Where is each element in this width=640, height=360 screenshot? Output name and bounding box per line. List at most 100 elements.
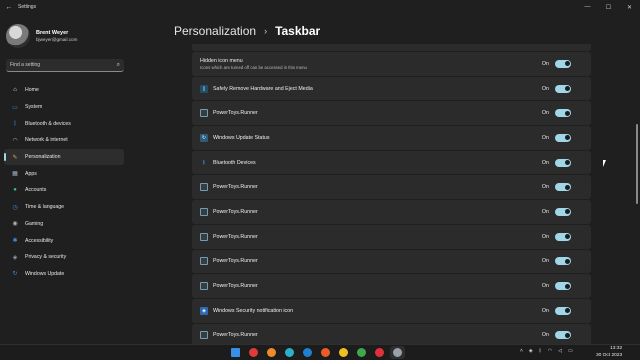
tray-icon-label: PowerToys.Runner (213, 258, 258, 265)
tray-icon-row[interactable]: PowerToys.Runner On (192, 274, 591, 298)
sidebar-item[interactable]: ▦ Apps (4, 165, 124, 182)
sidebar-item[interactable]: ⌂ Home (4, 82, 124, 99)
toggle-switch[interactable] (555, 84, 571, 93)
tray-icon-row[interactable]: PowerToys.Runner On (192, 101, 591, 126)
edge-icon[interactable] (282, 346, 297, 359)
wifi-icon[interactable]: ◠ (548, 348, 552, 354)
tray-icon-row[interactable]: ᛒ Bluetooth Devices On (192, 150, 591, 175)
monitor-icon: ▭ (12, 104, 18, 111)
avatar[interactable] (6, 24, 30, 48)
sidebar-nav: ⌂ Home ▭ System ᛒ Bluetooth & devices ◠ Network… (4, 82, 124, 282)
minimize-icon[interactable]: — (577, 4, 598, 10)
apps-icon: ▦ (12, 171, 18, 178)
profile-name: Brent Weyer (36, 30, 69, 36)
taskbar: ˄ ◈ ᛒ ◠ ◁ ▭ 13:32 30 Oct 2023 (0, 344, 640, 360)
toggle-switch[interactable] (555, 133, 571, 142)
breadcrumb-parent[interactable]: Personalization (174, 24, 256, 38)
sidebar-item[interactable]: ᛒ Bluetooth & devices (4, 115, 124, 132)
toggle-state: On (541, 110, 549, 117)
search-placeholder: Find a setting (10, 62, 41, 68)
vivaldi-icon[interactable] (246, 346, 261, 359)
sidebar-item-label: Apps (25, 170, 37, 177)
brave-icon[interactable] (318, 346, 333, 359)
sidebar-item-label: Accounts (25, 187, 47, 194)
toggle-state: On (541, 258, 549, 265)
chevron-up-icon[interactable]: ˄ (520, 348, 523, 354)
search-icon[interactable]: ⌕ (117, 62, 120, 69)
toggle-switch[interactable] (555, 306, 571, 315)
edge-beta-icon[interactable] (300, 346, 315, 359)
shield-icon[interactable]: ◈ (529, 348, 533, 354)
sidebar-item[interactable]: ◠ Network & internet (4, 132, 124, 149)
clock[interactable]: 13:32 30 Oct 2023 (596, 346, 622, 359)
bluetooth-icon[interactable]: ᛒ (539, 348, 542, 354)
toggle-state: On (541, 332, 549, 339)
toggle-switch[interactable] (555, 232, 571, 241)
hidden-icon-menu-row[interactable]: Hidden icon menu Icons which are turned … (192, 52, 591, 76)
tray-icon-row[interactable]: PowerToys.Runner On (192, 224, 591, 249)
maximize-icon[interactable]: ☐ (598, 4, 619, 11)
bluetooth-icon: ᛒ (13, 120, 17, 127)
toggle-state: On (541, 60, 549, 67)
arrow-left-icon[interactable]: ← (0, 4, 18, 11)
sidebar-item[interactable]: ✱ Accessibility (4, 232, 124, 249)
bluetooth-icon: ᛒ (202, 159, 206, 166)
previous-card-edge (192, 44, 591, 51)
windows-start-icon[interactable] (228, 346, 243, 359)
brush-icon: ✎ (12, 154, 18, 161)
tray-icon-row[interactable]: PowerToys.Runner On (192, 323, 591, 344)
toggle-switch[interactable] (555, 183, 571, 192)
hidden-icon-menu-text: Hidden icon menu Icons which are turned … (200, 58, 542, 70)
tray-icon-row[interactable]: PowerToys.Runner On (192, 175, 591, 200)
tray-icon-row[interactable]: ↻ Windows Update Status On (192, 126, 591, 150)
speaker-icon[interactable]: ◁ (558, 348, 562, 354)
sidebar-item[interactable]: ◷ Time & language (4, 199, 124, 216)
shield-icon: ◈ (12, 254, 18, 261)
tray-icon-label: PowerToys.Runner (213, 283, 258, 290)
search-input[interactable]: Find a setting ⌕ (6, 59, 124, 72)
battery-icon[interactable]: ▭ (568, 348, 573, 354)
powertoys-icon (200, 183, 208, 192)
toggle-state: On (541, 159, 549, 166)
close-icon[interactable]: ✕ (619, 4, 640, 11)
globe-clock-icon: ◷ (12, 204, 18, 211)
sidebar-item[interactable]: ◉ Gaming (4, 216, 124, 233)
tray-icon-row[interactable]: ◈ Windows Security notification icon On (192, 298, 591, 323)
toggle-state: On (541, 134, 549, 141)
settings-icon[interactable] (390, 346, 405, 359)
powertoys-icon (200, 232, 208, 241)
toggle-state: On (541, 208, 549, 215)
sidebar-item[interactable]: ◈ Privacy & security (4, 249, 124, 266)
tray-icon-row[interactable]: PowerToys.Runner On (192, 200, 591, 224)
home-icon: ⌂ (13, 87, 17, 94)
scrollbar-thumb[interactable] (636, 124, 638, 204)
sidebar-item[interactable]: ↻ Windows Update (4, 266, 124, 283)
chrome-icon[interactable] (354, 346, 369, 359)
toggle-switch[interactable] (555, 59, 571, 68)
tray-icon-row[interactable]: ▯ Safely Remove Hardware and Eject Media O… (192, 76, 591, 101)
toggle-switch[interactable] (555, 109, 571, 118)
windows-security-icon: ◈ (200, 306, 208, 315)
tray-icon-label: Windows Update Status (213, 134, 270, 141)
chrome-canary-icon[interactable] (336, 346, 351, 359)
profile[interactable]: Brent Weyer bjweyer@gmail.com (6, 24, 77, 48)
sidebar-item[interactable]: ✎ Personalization (4, 148, 124, 166)
powertoys-icon (200, 109, 208, 118)
tray-icon-row[interactable]: PowerToys.Runner On (192, 249, 591, 274)
toggle-switch[interactable] (555, 207, 571, 216)
sidebar-item[interactable]: ▭ System (4, 99, 124, 116)
sidebar-item[interactable]: ● Accounts (4, 182, 124, 199)
toggle-switch[interactable] (555, 331, 571, 340)
toggle-switch[interactable] (555, 158, 571, 167)
refresh-icon: ↻ (12, 271, 18, 278)
tray-icon-label: Bluetooth Devices (213, 159, 256, 166)
opera-icon[interactable] (372, 346, 387, 359)
toggle-state: On (541, 184, 549, 191)
toggle-switch[interactable] (555, 257, 571, 266)
toggle-state: On (541, 233, 549, 240)
app-title: Settings (18, 4, 37, 10)
toggle-switch[interactable] (555, 282, 571, 291)
tray-icon-label: PowerToys.Runner (213, 332, 258, 339)
person-icon: ● (13, 187, 17, 194)
firefox-icon[interactable] (264, 346, 279, 359)
